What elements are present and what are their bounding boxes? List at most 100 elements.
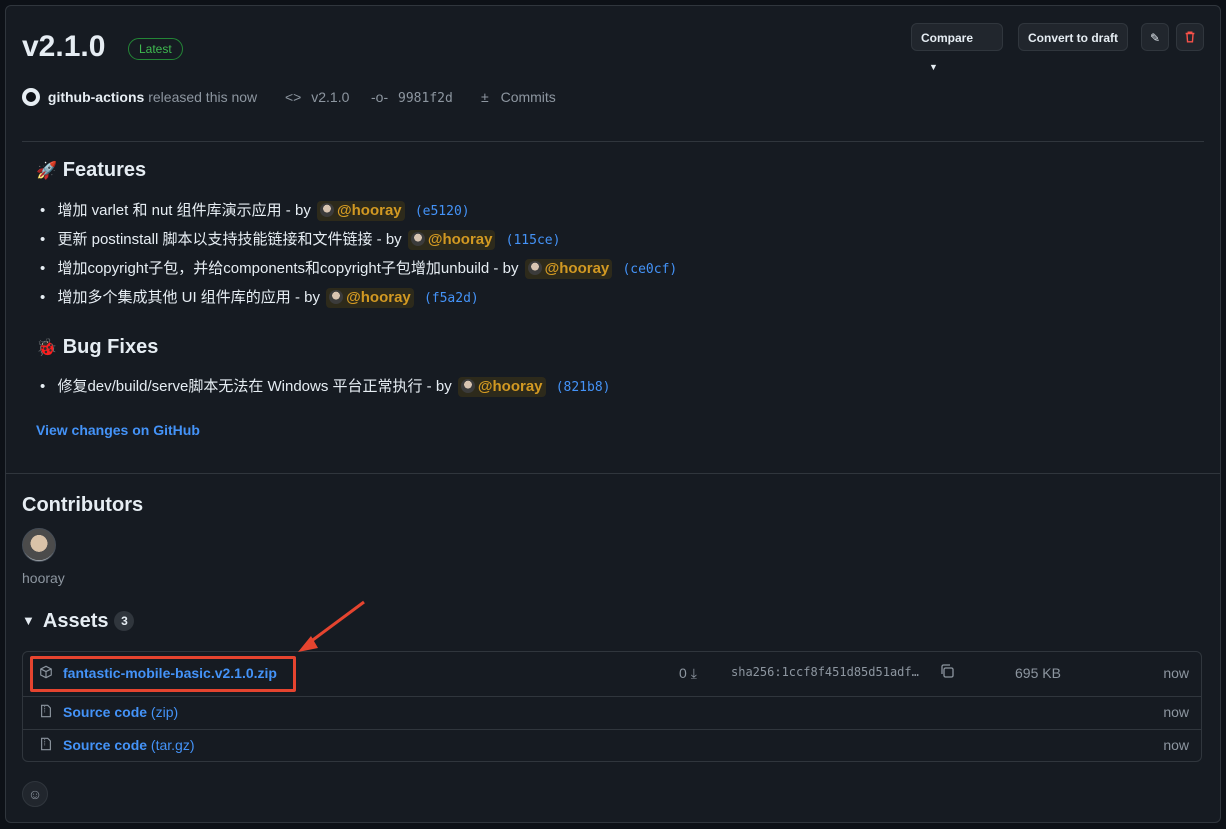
github-actions-avatar bbox=[22, 88, 40, 106]
asset-row: fantastic-mobile-basic.v2.1.0.zip 0 ⤓ sh… bbox=[23, 652, 1201, 697]
user-avatar bbox=[410, 232, 425, 246]
commit-icon: -o- bbox=[371, 89, 389, 105]
bugfixes-heading-text: Bug Fixes bbox=[62, 336, 159, 358]
commit-sha-link[interactable]: (115ce) bbox=[506, 233, 561, 248]
diff-icon: ± bbox=[481, 89, 489, 105]
user-mention[interactable]: @hooray bbox=[457, 377, 546, 397]
assets-toggle[interactable]: ▼ Assets 3 bbox=[22, 610, 135, 633]
feature-text: 增加copyright子包，并给components和copyright子包增加… bbox=[57, 260, 490, 277]
by-label: by bbox=[385, 231, 402, 248]
delete-button[interactable] bbox=[1176, 23, 1204, 51]
release-title: v2.1.0 bbox=[22, 30, 106, 63]
commits-label: Commits bbox=[500, 89, 556, 105]
add-reaction-button[interactable]: ☺ bbox=[22, 781, 48, 807]
convert-to-draft-button[interactable]: Convert to draft bbox=[1018, 23, 1128, 51]
feature-text: 增加多个集成其他 UI 组件库的应用 bbox=[57, 289, 291, 306]
mention-text: @hooray bbox=[544, 260, 610, 277]
latest-badge: Latest bbox=[128, 38, 183, 60]
asset-time: now bbox=[1163, 704, 1189, 720]
asset-link[interactable]: fantastic-mobile-basic.v2.1.0.zip bbox=[63, 665, 277, 681]
user-avatar bbox=[527, 261, 542, 275]
section-divider bbox=[6, 473, 1220, 474]
asset-row: Source code (zip) now bbox=[23, 696, 1201, 730]
bugfixes-list: 修复dev/build/serve脚本无法在 Windows 平台正常执行 - … bbox=[40, 372, 610, 401]
smiley-icon: ☺ bbox=[27, 786, 43, 802]
user-mention[interactable]: @hooray bbox=[524, 259, 613, 279]
source-zip-link[interactable]: Source code (zip) bbox=[63, 704, 178, 720]
bugfix-item: 修复dev/build/serve脚本无法在 Windows 平台正常执行 - … bbox=[40, 372, 610, 401]
bug-icon: 🐞 bbox=[36, 338, 58, 357]
bugfixes-heading: 🐞 Bug Fixes bbox=[36, 336, 158, 359]
released-text: released this now bbox=[148, 89, 258, 105]
features-heading: 🚀 Features bbox=[36, 159, 146, 182]
feature-item: 增加多个集成其他 UI 组件库的应用 - by @hooray (f5a2d) bbox=[40, 283, 677, 312]
tag-label: v2.1.0 bbox=[311, 89, 350, 105]
header-divider bbox=[22, 141, 1204, 142]
code-icon: <> bbox=[285, 89, 302, 105]
asset-row: Source code (tar.gz) now bbox=[23, 729, 1201, 762]
features-heading-text: Features bbox=[62, 159, 147, 181]
release-author: github-actions released this now bbox=[22, 87, 257, 107]
mention-text: @hooray bbox=[346, 289, 411, 306]
download-count-value: 0 bbox=[679, 665, 687, 681]
file-zip-icon bbox=[39, 704, 53, 721]
source-targz-link[interactable]: Source code (tar.gz) bbox=[63, 737, 195, 753]
user-avatar bbox=[329, 290, 344, 304]
asset-suffix: (tar.gz) bbox=[150, 737, 195, 753]
commit-sha-link[interactable]: (f5a2d) bbox=[424, 291, 479, 306]
by-label: by bbox=[502, 260, 519, 277]
commit-sha-link[interactable]: (e5120) bbox=[415, 204, 470, 219]
user-avatar bbox=[460, 379, 475, 393]
tag-link[interactable]: <> v2.1.0 bbox=[285, 87, 349, 107]
commit-sha-link[interactable]: (ce0cf) bbox=[622, 262, 677, 277]
contributor-name: hooray bbox=[22, 570, 65, 586]
chevron-down-icon: ▼ bbox=[929, 62, 938, 72]
compare-button[interactable]: Compare ▼ bbox=[911, 23, 1003, 72]
mention-text: @hooray bbox=[337, 202, 402, 219]
features-list: 增加 varlet 和 nut 组件库演示应用 - by @hooray (e5… bbox=[40, 196, 677, 312]
rocket-icon: 🚀 bbox=[36, 161, 58, 180]
bugfix-text: 修复dev/build/serve脚本无法在 Windows 平台正常执行 bbox=[57, 378, 423, 395]
release-card: v2.1.0 Latest Compare ▼ Convert to draft… bbox=[5, 5, 1221, 823]
commits-link[interactable]: ± Commits bbox=[481, 87, 556, 107]
commit-sha-link[interactable]: (821b8) bbox=[556, 380, 611, 395]
asset-name: Source code bbox=[63, 704, 148, 720]
asset-name: Source code bbox=[63, 737, 148, 753]
user-mention[interactable]: @hooray bbox=[317, 201, 405, 221]
edit-button[interactable]: ✎ bbox=[1141, 23, 1169, 51]
asset-sha256: sha256:1ccf8f451d85d51adf… bbox=[731, 665, 919, 679]
feature-text: 增加 varlet 和 nut 组件库演示应用 bbox=[57, 202, 282, 219]
asset-time: now bbox=[1163, 665, 1189, 681]
file-zip-icon bbox=[39, 737, 53, 754]
asset-size: 695 KB bbox=[1015, 665, 1061, 681]
copy-icon[interactable] bbox=[939, 663, 955, 682]
commit-link[interactable]: -o- 9981f2d bbox=[371, 87, 453, 109]
pencil-icon: ✎ bbox=[1149, 31, 1161, 45]
user-mention[interactable]: @hooray bbox=[326, 288, 414, 308]
mention-text: @hooray bbox=[427, 231, 493, 248]
feature-item: 增加copyright子包，并给components和copyright子包增加… bbox=[40, 254, 677, 283]
by-label: by bbox=[435, 378, 452, 395]
commit-sha: 9981f2d bbox=[398, 91, 453, 106]
trash-icon bbox=[1185, 31, 1195, 43]
contributors-heading: Contributors bbox=[22, 494, 144, 516]
user-avatar bbox=[320, 203, 334, 217]
assets-count: 3 bbox=[114, 611, 135, 631]
by-label: by bbox=[304, 289, 320, 306]
triangle-down-icon: ▼ bbox=[22, 613, 35, 628]
view-changes-link[interactable]: View changes on GitHub bbox=[36, 422, 200, 438]
user-mention[interactable]: @hooray bbox=[407, 230, 496, 250]
asset-time: now bbox=[1163, 737, 1189, 753]
asset-suffix: (zip) bbox=[150, 704, 179, 720]
compare-label: Compare bbox=[921, 31, 974, 45]
feature-item: 更新 postinstall 脚本以支持技能链接和文件链接 - by @hoor… bbox=[40, 225, 677, 254]
download-count: 0 ⤓ bbox=[679, 665, 697, 682]
mention-text: @hooray bbox=[477, 378, 543, 395]
contributor-avatar[interactable] bbox=[22, 528, 56, 562]
author-link[interactable]: github-actions bbox=[48, 89, 144, 105]
assets-heading: Assets bbox=[42, 610, 109, 632]
by-label: by bbox=[294, 202, 311, 219]
assets-list: fantastic-mobile-basic.v2.1.0.zip 0 ⤓ sh… bbox=[22, 651, 1202, 762]
feature-item: 增加 varlet 和 nut 组件库演示应用 - by @hooray (e5… bbox=[40, 196, 677, 225]
download-icon: ⤓ bbox=[690, 665, 697, 681]
